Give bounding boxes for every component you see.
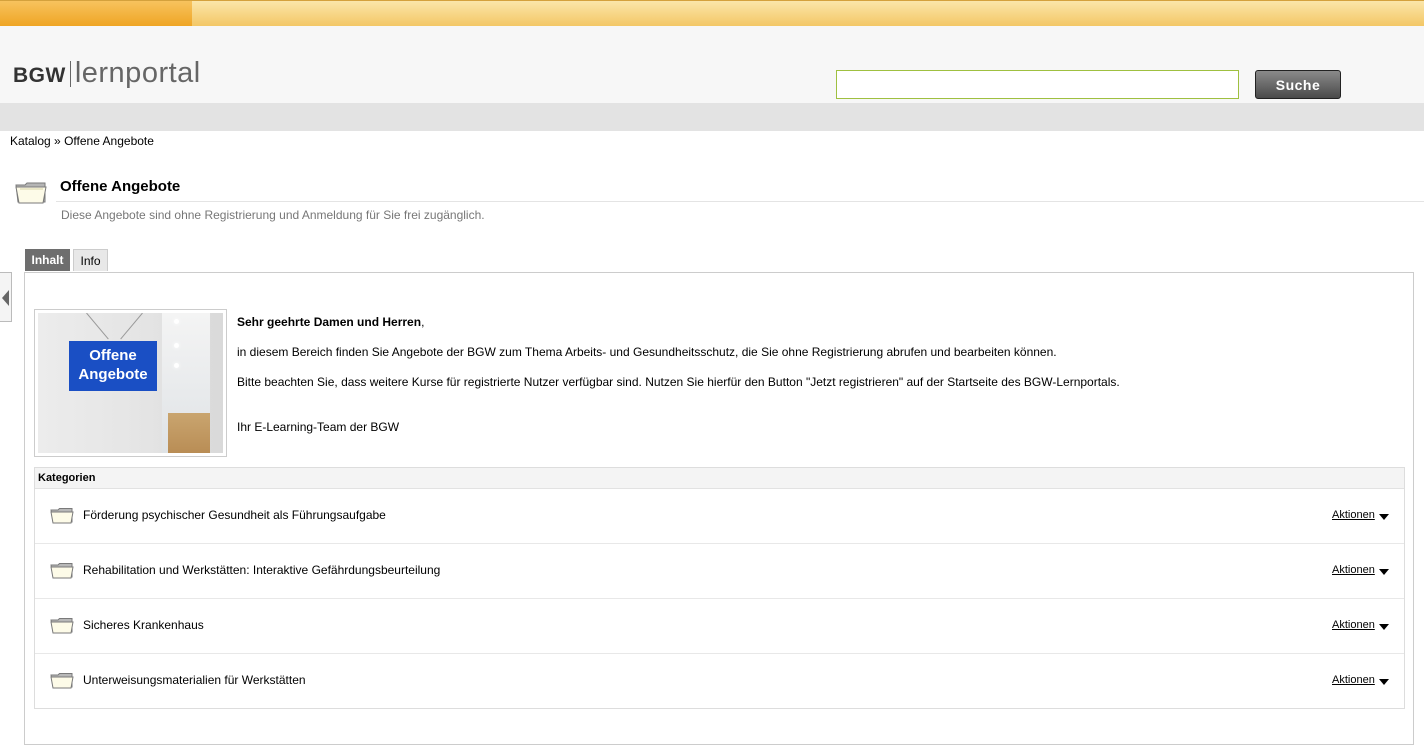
chevron-down-icon[interactable] — [1379, 679, 1389, 685]
actions-menu-link[interactable]: Aktionen — [1332, 619, 1375, 631]
category-row[interactable]: Rehabilitation und Werkstätten: Interakt… — [35, 544, 1404, 599]
chevron-down-icon[interactable] — [1379, 624, 1389, 630]
ceiling-light — [174, 343, 179, 348]
corridor-floor — [168, 413, 210, 453]
breadcrumb-current[interactable]: Offene Angebote — [64, 134, 154, 148]
search-button[interactable]: Suche — [1255, 70, 1341, 99]
actions-menu-link[interactable]: Aktionen — [1332, 674, 1375, 686]
signature: Ihr E-Learning-Team der BGW — [237, 420, 400, 434]
category-link[interactable]: Rehabilitation und Werkstätten: Interakt… — [83, 563, 440, 577]
folder-icon — [14, 180, 48, 211]
logo-brand: BGW — [13, 64, 66, 87]
tab-info[interactable]: Info — [73, 249, 108, 271]
logo-divider — [69, 61, 71, 87]
sign-line-1: Offene — [89, 347, 137, 364]
sign-string — [86, 313, 109, 340]
title-divider — [56, 201, 1424, 202]
category-link[interactable]: Sicheres Krankenhaus — [83, 618, 204, 632]
category-link[interactable]: Förderung psychischer Gesundheit als Füh… — [83, 508, 386, 522]
sign-string — [120, 313, 143, 340]
category-link[interactable]: Unterweisungsmaterialien für Werkstätten — [83, 673, 306, 687]
breadcrumb: Katalog » Offene Angebote — [10, 134, 154, 148]
ceiling-light — [174, 363, 179, 368]
page-title: Offene Angebote — [60, 178, 181, 195]
sign-line-2: Angebote — [78, 366, 148, 383]
greeting-bold: Sehr geehrte Damen und Herren — [237, 315, 422, 329]
categories-header: Kategorien — [35, 468, 1404, 489]
breadcrumb-separator: » — [54, 134, 61, 148]
actions-menu-link[interactable]: Aktionen — [1332, 509, 1375, 521]
folder-icon — [50, 562, 74, 584]
breadcrumb-root-link[interactable]: Katalog — [10, 134, 51, 148]
tab-inhalt[interactable]: Inhalt — [25, 249, 70, 271]
logo-name: lernportal — [74, 57, 201, 89]
offene-angebote-sign: Offene Angebote — [69, 341, 157, 391]
greeting: Sehr geehrte Damen und Herren, — [237, 315, 424, 329]
offene-angebote-image: Offene Angebote — [34, 309, 227, 457]
folder-icon — [50, 617, 74, 639]
top-accent-segment — [0, 1, 192, 26]
collapse-left-panel-button[interactable] — [0, 272, 12, 322]
navigation-bar — [0, 103, 1424, 131]
category-row[interactable]: Förderung psychischer Gesundheit als Füh… — [35, 489, 1404, 544]
categories-list: Kategorien Förderung psychischer Gesundh… — [34, 467, 1405, 709]
chevron-down-icon[interactable] — [1379, 569, 1389, 575]
actions-menu-link[interactable]: Aktionen — [1332, 564, 1375, 576]
intro-paragraph: in diesem Bereich finden Sie Angebote de… — [237, 345, 1057, 359]
page-subtitle: Diese Angebote sind ohne Registrierung u… — [61, 208, 485, 222]
site-header: BGW lernportal Suche — [0, 26, 1424, 103]
note-paragraph: Bitte beachten Sie, dass weitere Kurse f… — [237, 375, 1120, 389]
bgw-lernportal-logo[interactable]: BGW lernportal — [13, 57, 201, 89]
category-row[interactable]: Unterweisungsmaterialien für Werkstätten… — [35, 654, 1404, 709]
folder-icon — [50, 507, 74, 529]
ceiling-light — [174, 319, 179, 324]
category-row[interactable]: Sicheres Krankenhaus Aktionen — [35, 599, 1404, 654]
chevron-down-icon[interactable] — [1379, 514, 1389, 520]
teaser-picture: Offene Angebote — [38, 313, 223, 453]
folder-icon — [50, 672, 74, 694]
search-input[interactable] — [836, 70, 1239, 99]
top-accent-bar — [0, 0, 1424, 26]
greeting-comma: , — [421, 315, 425, 329]
